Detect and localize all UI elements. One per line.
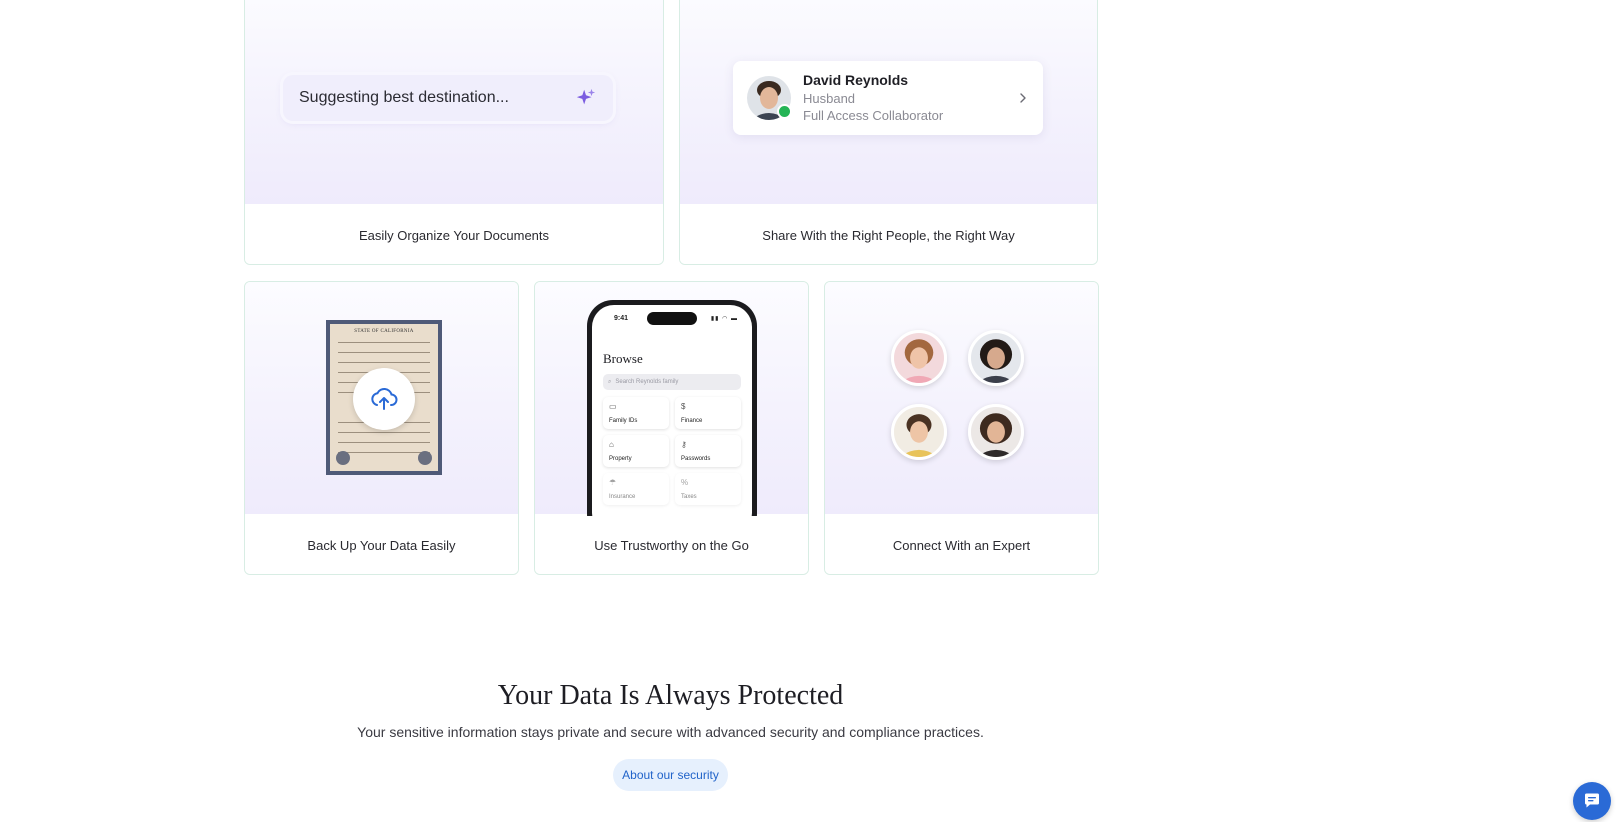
feature-caption: Use Trustworthy on the Go	[535, 516, 808, 574]
collaborator-access: Full Access Collaborator	[803, 108, 944, 123]
percent-icon: %	[681, 478, 689, 487]
collaborator-name: David Reynolds	[803, 72, 909, 88]
feature-card-backup: STATE OF CALIFORNIA Back Up Your Data Ea…	[244, 281, 519, 575]
chat-icon	[1585, 793, 1599, 808]
tile-label: Finance	[681, 418, 703, 424]
suggestion-text: Suggesting best destination...	[299, 89, 509, 106]
screen-title: Browse	[603, 351, 643, 366]
tile-insurance[interactable]: ☂ Insurance	[603, 473, 669, 505]
feature-card-organize: Suggesting best destination... Easily Or…	[244, 0, 664, 265]
collaborator-info: David Reynolds Husband Full Access Colla…	[803, 72, 943, 124]
phone-screen: 9:41 ▮▮ ◠ ▬ Browse ⌕ Search Reynolds fam…	[592, 305, 752, 535]
expert-avatar	[891, 330, 947, 386]
collaborator-card[interactable]: David Reynolds Husband Full Access Colla…	[733, 61, 1043, 135]
tile-label: Passwords	[681, 456, 711, 462]
tile-taxes[interactable]: % Taxes	[675, 473, 741, 505]
search-input[interactable]: ⌕ Search Reynolds family	[603, 374, 741, 390]
sparkle-icon	[576, 88, 596, 105]
feature-card-share: David Reynolds Husband Full Access Colla…	[679, 0, 1098, 265]
feature-media: STATE OF CALIFORNIA	[245, 282, 518, 514]
expert-avatar	[968, 330, 1024, 386]
about-security-button[interactable]: About our security	[613, 759, 728, 791]
online-status-dot	[777, 104, 792, 119]
tile-passwords[interactable]: ⚷ Passwords	[675, 435, 741, 467]
feature-media: David Reynolds Husband Full Access Colla…	[680, 0, 1097, 204]
key-icon: ⚷	[681, 440, 687, 449]
tile-property[interactable]: ⌂ Property	[603, 435, 669, 467]
dynamic-island	[647, 312, 697, 325]
feature-media	[825, 282, 1098, 514]
home-icon: ⌂	[609, 440, 614, 449]
feature-media: Suggesting best destination...	[245, 0, 663, 204]
search-icon: ⌕	[608, 378, 612, 385]
feature-caption: Back Up Your Data Easily	[245, 516, 518, 574]
category-grid: ▭ Family IDs $ Finance ⌂ Property ⚷ Pass…	[603, 397, 741, 505]
expert-avatars	[891, 330, 1031, 470]
section-title: Your Data Is Always Protected	[497, 680, 844, 711]
expert-avatar	[891, 404, 947, 460]
collaborator-relation: Husband	[803, 91, 856, 106]
avatar	[747, 76, 792, 120]
suggestion-pill: Suggesting best destination...	[283, 75, 613, 121]
umbrella-icon: ☂	[609, 478, 617, 487]
feature-card-expert: Connect With an Expert	[824, 281, 1099, 575]
feature-media: 9:41 ▮▮ ◠ ▬ Browse ⌕ Search Reynolds fam…	[535, 282, 808, 540]
tile-family-ids[interactable]: ▭ Family IDs	[603, 397, 669, 429]
feature-card-mobile: 9:41 ▮▮ ◠ ▬ Browse ⌕ Search Reynolds fam…	[534, 281, 809, 575]
certificate-title: STATE OF CALIFORNIA	[354, 329, 414, 334]
chat-button[interactable]	[1573, 782, 1611, 820]
status-icons: ▮▮ ◠ ▬	[710, 316, 738, 322]
seal-icon	[418, 451, 432, 465]
status-time: 9:41	[614, 315, 629, 322]
section-subtitle: Your sensitive information stays private…	[357, 724, 984, 740]
feature-caption: Easily Organize Your Documents	[245, 206, 663, 264]
feature-caption: Share With the Right People, the Right W…	[680, 206, 1097, 264]
chevron-right-icon	[1020, 93, 1026, 103]
id-card-icon: ▭	[609, 402, 617, 411]
phone-mockup: 9:41 ▮▮ ◠ ▬ Browse ⌕ Search Reynolds fam…	[587, 300, 757, 540]
tile-label: Taxes	[681, 494, 697, 500]
feature-caption: Connect With an Expert	[825, 516, 1098, 574]
tile-label: Insurance	[609, 494, 636, 500]
tile-finance[interactable]: $ Finance	[675, 397, 741, 429]
dollar-icon: $	[681, 402, 686, 411]
seal-icon	[336, 451, 350, 465]
search-placeholder: Search Reynolds family	[615, 379, 679, 385]
upload-button[interactable]	[353, 368, 415, 430]
cloud-upload-icon	[371, 387, 398, 410]
tile-label: Property	[609, 456, 632, 462]
tile-label: Family IDs	[609, 418, 638, 424]
expert-avatar	[968, 404, 1024, 460]
